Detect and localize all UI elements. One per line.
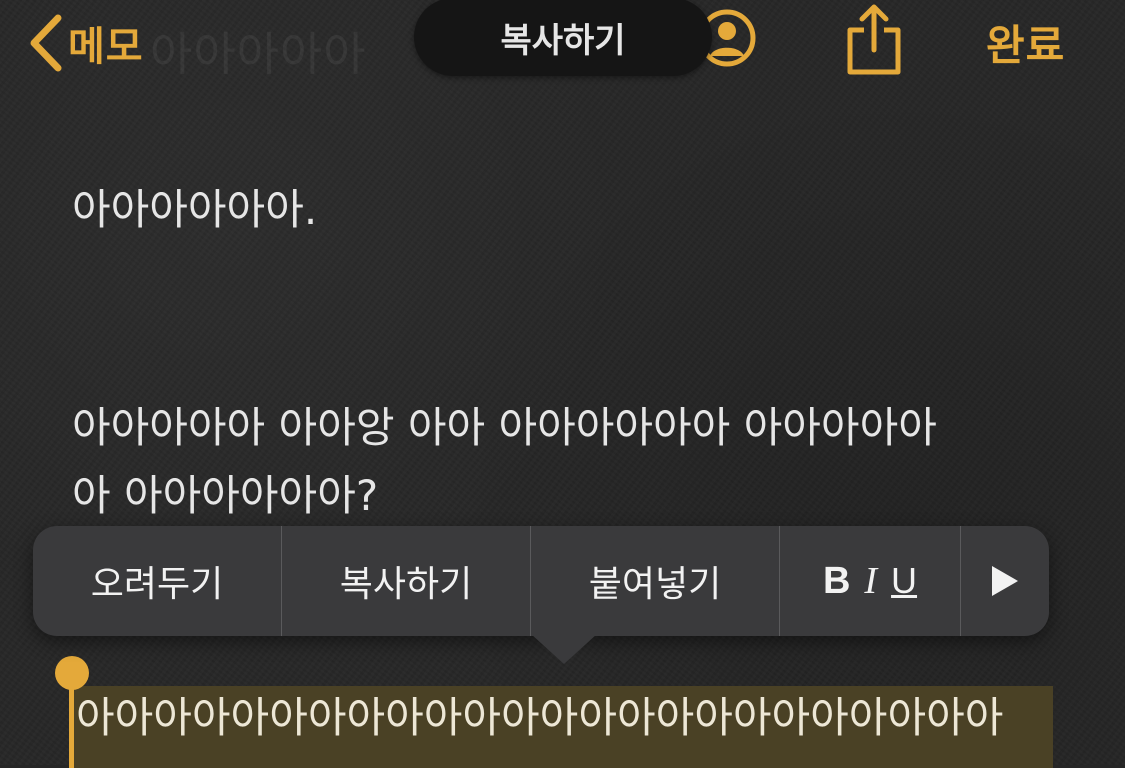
note-paragraph[interactable]: 아 아아아아아아? bbox=[72, 464, 378, 528]
selected-text[interactable]: 아아아아아아아아아아아아아아아아아아아아아아아아 bbox=[76, 682, 1003, 754]
selection-handle-knob[interactable] bbox=[55, 656, 89, 690]
note-paragraph[interactable]: 아아아아아 아아앙 아아 아아아아아아 아아아아아 bbox=[72, 396, 937, 460]
copy-hud-pill: 복사하기 bbox=[414, 0, 712, 76]
copy-hud-label: 복사하기 bbox=[500, 20, 626, 61]
more-options-button[interactable] bbox=[961, 526, 1049, 636]
edit-menu-pointer bbox=[531, 634, 597, 664]
format-biu-button[interactable]: B I U bbox=[780, 526, 960, 636]
bold-glyph: B bbox=[822, 559, 851, 602]
note-paragraph[interactable]: 아아아아아아. bbox=[72, 178, 317, 242]
cut-button[interactable]: 오려두기 bbox=[33, 526, 281, 636]
copy-button[interactable]: 복사하기 bbox=[282, 526, 530, 636]
back-button[interactable]: 메모 bbox=[24, 10, 144, 76]
paste-button[interactable]: 붙여넣기 bbox=[531, 526, 779, 636]
share-icon[interactable] bbox=[842, 2, 906, 78]
chevron-left-icon bbox=[30, 14, 62, 72]
back-label: 메모 bbox=[68, 24, 144, 70]
italic-glyph: I bbox=[864, 560, 878, 602]
done-button[interactable]: 완료 bbox=[986, 12, 1065, 73]
edit-menu: 오려두기 복사하기 붙여넣기 B I U bbox=[33, 526, 1049, 636]
play-arrow-icon bbox=[992, 566, 1018, 596]
note-title-ghost: 아아아아아 bbox=[150, 27, 367, 81]
underline-glyph: U bbox=[891, 560, 918, 601]
